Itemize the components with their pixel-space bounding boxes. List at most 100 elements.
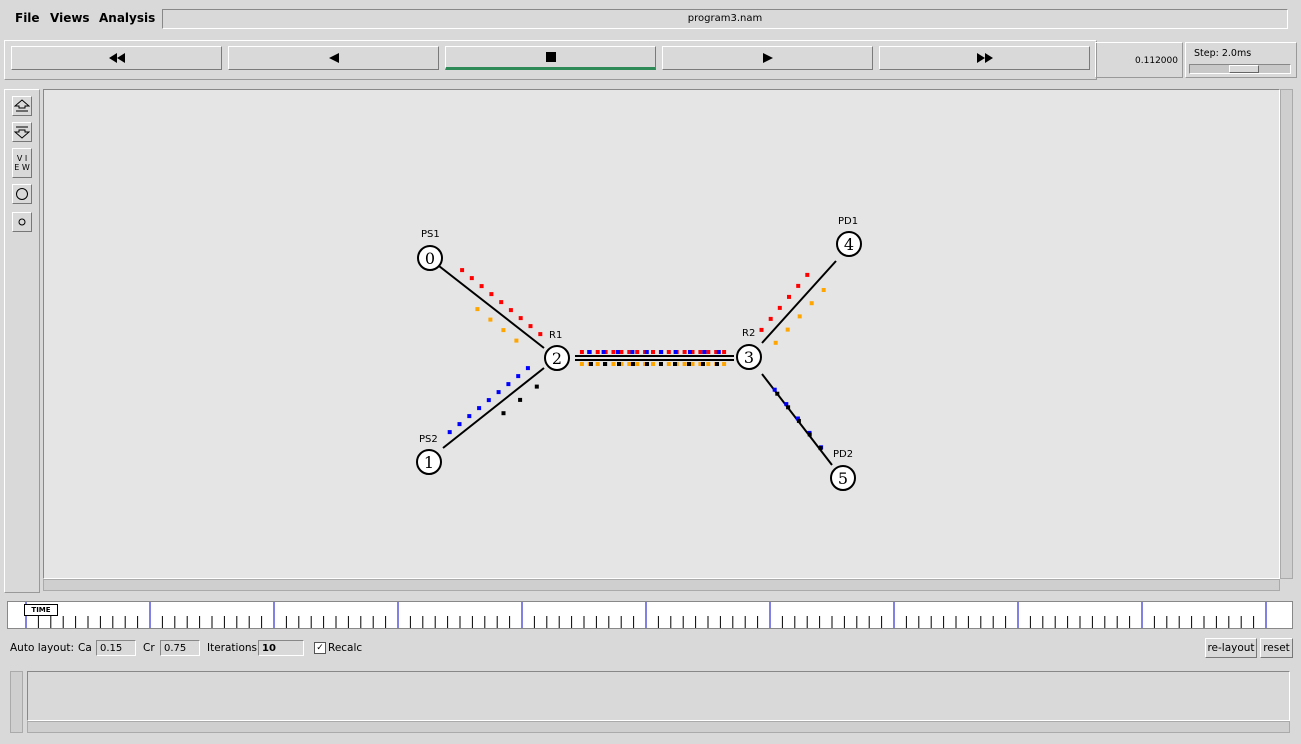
packet	[635, 350, 640, 354]
fast-forward-button[interactable]	[879, 46, 1090, 70]
packet	[772, 387, 777, 392]
packet	[773, 340, 778, 345]
zoom-out-icon	[14, 126, 30, 139]
stop-button[interactable]	[445, 46, 656, 70]
packet	[516, 374, 521, 379]
iterations-input[interactable]: 10	[258, 640, 304, 656]
packet	[631, 362, 635, 366]
ca-label: Ca	[78, 642, 92, 654]
iterations-label: Iterations	[207, 642, 258, 654]
packet	[479, 284, 484, 289]
packet	[716, 350, 721, 354]
packet	[601, 350, 606, 354]
recalc-label: Recalc	[328, 642, 363, 654]
packet	[682, 362, 687, 366]
packet	[659, 362, 663, 366]
recalc-checkbox[interactable]: ✓	[314, 642, 326, 654]
zoom-in-button[interactable]	[12, 96, 32, 116]
packet	[722, 350, 727, 354]
annotation-panel[interactable]	[27, 671, 1290, 721]
packet	[457, 422, 462, 427]
time-marker[interactable]: TIME	[24, 604, 58, 616]
packet	[787, 294, 791, 299]
view-label-2: E W	[14, 163, 30, 172]
packet	[630, 350, 635, 354]
packet	[698, 350, 703, 354]
packet	[687, 362, 691, 366]
canvas-vertical-scrollbar[interactable]	[1280, 89, 1293, 579]
view-toolbar: V I E W	[4, 89, 40, 593]
packet	[644, 350, 649, 354]
packet	[447, 430, 452, 435]
annotation-vertical-scrollbar[interactable]	[10, 671, 23, 733]
svg-text:3: 3	[744, 348, 754, 367]
packet	[528, 324, 533, 329]
step-slider-thumb[interactable]	[1229, 65, 1259, 73]
time-display: 0.112000	[1095, 42, 1183, 78]
packet	[603, 362, 607, 366]
link-1-2	[442, 367, 545, 449]
packet	[651, 362, 655, 366]
ca-input[interactable]: 0.15	[96, 640, 136, 656]
rewind-button[interactable]	[228, 46, 439, 70]
packet	[797, 314, 802, 319]
packet	[486, 398, 491, 403]
left-triangle-icon	[328, 53, 339, 63]
menu-views[interactable]: Views	[50, 11, 90, 25]
packet	[645, 362, 649, 366]
double-left-triangle-icon	[108, 53, 125, 63]
packet	[818, 446, 823, 451]
packet	[534, 384, 539, 389]
reset-button[interactable]: reset	[1260, 638, 1293, 658]
cr-input[interactable]: 0.75	[160, 640, 200, 656]
menu-analysis[interactable]: Analysis	[99, 11, 155, 25]
step-label: Step: 2.0ms	[1194, 48, 1252, 59]
packet	[488, 317, 493, 322]
packet	[579, 362, 584, 366]
packet	[469, 276, 474, 281]
node-3: 3	[736, 344, 762, 370]
node-label-ps2: PS2	[419, 434, 438, 445]
packet	[627, 362, 632, 366]
play-button[interactable]	[662, 46, 873, 70]
circle-small-icon	[18, 218, 26, 226]
window-title: program3.nam	[162, 9, 1288, 29]
fast-rewind-button[interactable]	[11, 46, 222, 70]
menu-file[interactable]: File	[15, 11, 40, 25]
packet	[489, 292, 494, 297]
packet	[702, 350, 707, 354]
node-2: 2	[544, 345, 570, 371]
relayout-button[interactable]: re-layout	[1205, 638, 1257, 658]
canvas-horizontal-scrollbar[interactable]	[43, 579, 1280, 591]
packet	[666, 362, 671, 366]
topology-svg: 0 1 2 3 4 5 PS1 PS2 R1 R2 PD1 PD2	[416, 216, 862, 491]
node-label-pd2: PD2	[833, 449, 853, 460]
large-node-button[interactable]	[12, 184, 32, 204]
packet	[821, 288, 826, 292]
packet	[611, 362, 616, 366]
node-label-r1: R1	[549, 330, 562, 341]
network-canvas[interactable]: 0 1 2 3 4 5 PS1 PS2 R1 R2 PD1 PD2	[43, 89, 1280, 579]
node-label-pd1: PD1	[838, 216, 858, 227]
packet	[666, 350, 671, 354]
packet	[518, 316, 523, 321]
packet	[715, 362, 719, 366]
cr-label: Cr	[143, 642, 155, 654]
small-node-button[interactable]	[12, 212, 32, 232]
packet	[525, 366, 530, 371]
packet	[587, 350, 592, 354]
circle-large-icon	[16, 188, 28, 200]
zoom-out-button[interactable]	[12, 122, 32, 142]
svg-text:0: 0	[425, 249, 435, 268]
view-button[interactable]: V I E W	[12, 148, 32, 178]
packet	[611, 350, 616, 354]
node-5: 5	[830, 465, 856, 491]
view-label-1: V I	[16, 154, 28, 163]
link-3-4	[761, 260, 837, 344]
packet	[508, 308, 513, 313]
packet	[706, 362, 711, 366]
packet	[659, 350, 664, 354]
svg-text:2: 2	[552, 349, 562, 368]
timeline-slider[interactable]	[7, 601, 1293, 629]
annotation-horizontal-scrollbar[interactable]	[27, 721, 1290, 733]
